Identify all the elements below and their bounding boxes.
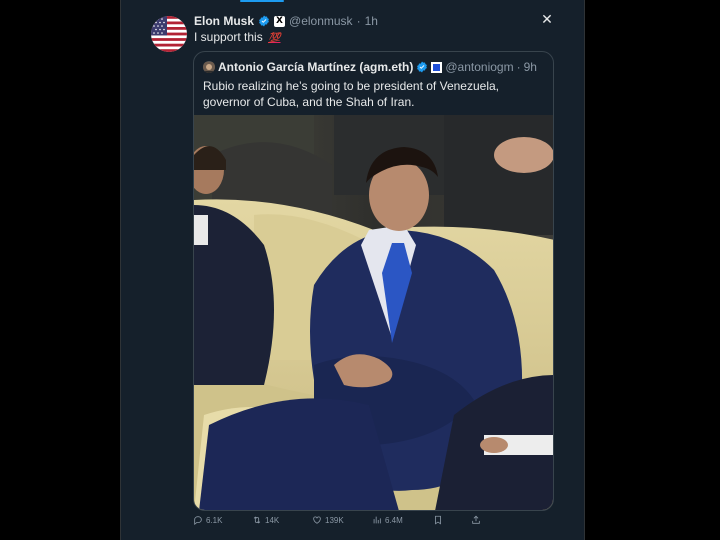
quoted-post[interactable]: Antonio García Martínez (agm.eth) @anton… xyxy=(193,51,554,511)
quote-author-name[interactable]: Antonio García Martínez (agm.eth) xyxy=(218,60,413,74)
active-tab-indicator xyxy=(240,0,284,2)
post-text: I support this 💯 xyxy=(194,30,281,44)
affiliate-x-badge-icon: X xyxy=(274,15,286,27)
reply-count: 6.1K xyxy=(206,515,223,525)
quote-text: Rubio realizing he’s going to be preside… xyxy=(203,79,499,109)
reply-icon xyxy=(194,516,202,525)
bookmark-icon xyxy=(435,515,441,525)
author-name[interactable]: Elon Musk xyxy=(194,14,254,28)
reply-button[interactable]: 6.1K xyxy=(193,515,222,525)
us-flag-avatar xyxy=(151,16,187,52)
like-button[interactable]: 139K xyxy=(312,515,344,525)
views-button[interactable]: 6.4M xyxy=(372,515,403,525)
like-count: 139K xyxy=(325,515,344,525)
post-header: Elon Musk X @elonmusk · 1h xyxy=(194,13,378,29)
author-avatar[interactable] xyxy=(151,16,187,52)
header-separator: · xyxy=(356,14,361,28)
views-count: 6.4M xyxy=(385,515,403,525)
author-handle[interactable]: @elonmusk xyxy=(289,14,353,28)
affiliate-square-badge-icon xyxy=(431,61,443,73)
heart-icon xyxy=(313,516,321,524)
quote-avatar-image xyxy=(203,62,215,73)
quote-author-avatar[interactable] xyxy=(203,61,215,73)
quote-author-handle[interactable]: @antoniogm xyxy=(445,60,513,74)
quote-verified-badge-icon xyxy=(417,61,428,73)
photo-man-seated-on-sofa xyxy=(194,115,553,510)
share-button[interactable] xyxy=(471,515,481,525)
column-divider-left xyxy=(120,0,121,540)
post-text-body: I support this xyxy=(194,30,263,44)
quote-photo[interactable] xyxy=(194,115,553,510)
quote-time[interactable]: 9h xyxy=(524,60,537,74)
hundred-points-emoji: 💯 xyxy=(268,33,281,44)
views-icon xyxy=(373,516,381,524)
repost-icon xyxy=(253,516,261,524)
bookmark-button[interactable] xyxy=(433,515,443,525)
verified-badge-icon xyxy=(259,15,269,27)
repost-count: 14K xyxy=(265,515,280,525)
column-divider-right xyxy=(584,0,585,540)
post-time[interactable]: 1h xyxy=(365,14,378,28)
close-icon[interactable]: ✕ xyxy=(539,12,555,28)
share-icon xyxy=(472,515,480,524)
quote-header: Antonio García Martínez (agm.eth) @anton… xyxy=(218,60,537,74)
repost-button[interactable]: 14K xyxy=(252,515,279,525)
quote-header-separator: · xyxy=(516,60,521,74)
